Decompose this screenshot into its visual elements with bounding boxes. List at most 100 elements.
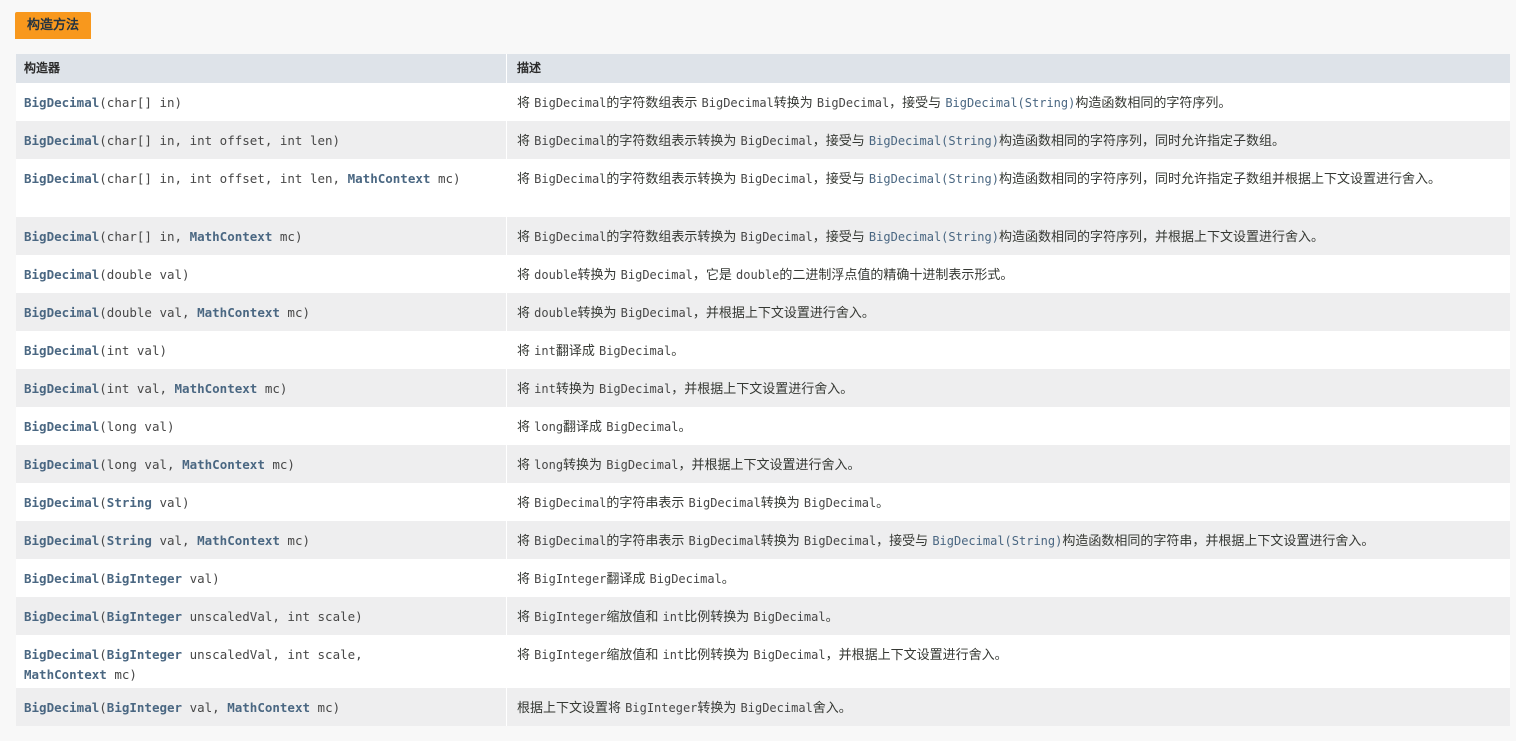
constructor-description: 将 BigInteger翻译成 BigDecimal。 [506, 559, 1510, 597]
type-link[interactable]: BigDecimal [24, 229, 99, 244]
constructor-table: 构造器 描述 BigDecimal(char[] in) 将 BigDecimal… [16, 54, 1510, 726]
constructor-signature: BigDecimal(char[] in, int offset, int le… [16, 121, 506, 159]
table-row: BigDecimal(BigInteger val, MathContext m… [16, 688, 1510, 726]
type-link[interactable]: MathContext [190, 229, 273, 244]
description-text: ，接受与 [876, 534, 933, 549]
type-link[interactable]: BigDecimal [24, 495, 99, 510]
code-text: BigDecimal [534, 496, 607, 510]
description-text: 将 [517, 268, 535, 283]
constructor-link[interactable]: BigDecimal(String) [869, 134, 999, 148]
section-caption: 构造方法 [15, 12, 92, 39]
constructor-link[interactable]: BigDecimal(String) [869, 172, 999, 186]
constructor-link[interactable]: BigDecimal(String) [932, 534, 1062, 548]
code-text: BigDecimal [649, 572, 722, 586]
type-link[interactable]: BigDecimal [24, 381, 99, 396]
description-text: ，接受与 [812, 172, 869, 187]
constructor-description: 将 BigDecimal的字符数组表示 BigDecimal转换为 BigDec… [506, 83, 1510, 121]
type-link[interactable]: BigDecimal [24, 700, 99, 715]
type-link[interactable]: BigDecimal [24, 571, 99, 586]
type-link[interactable]: BigDecimal [24, 343, 99, 358]
description-text: 缩放值和 [606, 648, 663, 663]
type-link[interactable]: BigDecimal [24, 647, 99, 662]
description-text: 将 [517, 496, 535, 511]
type-link[interactable]: MathContext [24, 667, 107, 682]
signature-text: unscaledVal, int scale) [182, 609, 363, 624]
type-link[interactable]: BigDecimal [24, 267, 99, 282]
code-text: BigDecimal [606, 420, 679, 434]
type-link[interactable]: MathContext [197, 305, 280, 320]
constructor-link[interactable]: BigDecimal(String) [945, 96, 1075, 110]
description-text: 。 [678, 420, 692, 435]
type-link[interactable]: BigDecimal [24, 305, 99, 320]
description-text: 将 [517, 230, 535, 245]
type-link[interactable]: MathContext [175, 381, 258, 396]
code-text: BigDecimal [740, 134, 813, 148]
table-row: BigDecimal(long val) 将 long翻译成 BigDecimal… [16, 407, 1510, 445]
signature-text: ( [99, 495, 107, 510]
constructor-description: 将 double转换为 BigDecimal，并根据上下文设置进行舍入。 [506, 293, 1510, 331]
constructor-description: 将 BigDecimal的字符数组表示转换为 BigDecimal，接受与 Bi… [506, 217, 1510, 255]
code-text: int [534, 344, 556, 358]
type-link[interactable]: BigInteger [107, 609, 182, 624]
signature-text: (double val) [99, 267, 190, 282]
constructor-description: 将 long翻译成 BigDecimal。 [506, 407, 1510, 445]
description-text: 将 [517, 306, 535, 321]
type-link[interactable]: BigDecimal [24, 533, 99, 548]
table-row: BigDecimal(char[] in) 将 BigDecimal的字符数组表示… [16, 83, 1510, 121]
code-text: BigDecimal [534, 534, 607, 548]
type-link[interactable]: BigDecimal [24, 95, 99, 110]
type-link[interactable]: MathContext [227, 700, 310, 715]
description-text: 的二进制浮点值的精确十进制表示形式。 [779, 268, 1014, 283]
description-text: 翻译成 [563, 420, 607, 435]
constructor-link[interactable]: BigDecimal(String) [869, 230, 999, 244]
code-text: BigInteger [625, 701, 698, 715]
constructor-description: 将 double转换为 BigDecimal，它是 double的二进制浮点值的… [506, 255, 1510, 293]
type-link[interactable]: BigDecimal [24, 133, 99, 148]
type-link[interactable]: BigDecimal [24, 171, 99, 186]
type-link[interactable]: MathContext [182, 457, 265, 472]
type-link[interactable]: BigInteger [107, 700, 182, 715]
description-text: 构造函数相同的字符序列，同时允许指定子数组并根据上下文设置进行舍入。 [998, 172, 1441, 187]
code-text: double [736, 268, 780, 282]
constructor-description: 将 BigDecimal的字符串表示 BigDecimal转换为 BigDeci… [506, 521, 1510, 559]
description-text: 将 [517, 648, 535, 663]
signature-text: (char[] in) [99, 95, 183, 110]
signature-text: mc) [310, 700, 341, 715]
signature-text: mc) [257, 381, 288, 396]
signature-text: (long val) [99, 419, 175, 434]
description-text: ，并根据上下文设置进行舍入。 [671, 382, 854, 397]
code-text: BigInteger [534, 572, 607, 586]
code-text: BigDecimal [753, 610, 826, 624]
constructor-signature: BigDecimal(int val) [16, 331, 506, 369]
type-link[interactable]: BigInteger [107, 647, 182, 662]
table-body: BigDecimal(char[] in) 将 BigDecimal的字符数组表示… [16, 83, 1510, 726]
type-link[interactable]: BigDecimal [24, 419, 99, 434]
type-link[interactable]: BigDecimal [24, 609, 99, 624]
type-link[interactable]: BigInteger [107, 571, 182, 586]
description-text: 将 [517, 96, 535, 111]
description-text: 将 [517, 344, 535, 359]
signature-text: val) [151, 495, 190, 510]
description-text: 的字符串表示 [606, 534, 689, 549]
constructor-description: 根据上下文设置将 BigInteger转换为 BigDecimal舍入。 [506, 688, 1510, 726]
constructor-signature: BigDecimal(char[] in, MathContext mc) [16, 217, 506, 255]
table-row: BigDecimal(long val, MathContext mc) 将 lo… [16, 445, 1510, 483]
code-text: BigDecimal [803, 496, 877, 510]
type-link[interactable]: MathContext [348, 171, 431, 186]
table-header: 构造器 描述 [16, 54, 1510, 83]
table-row: BigDecimal(char[] in, int offset, int le… [16, 159, 1510, 217]
type-link[interactable]: String [107, 495, 152, 510]
description-text: ，并根据上下文设置进行舍入。 [678, 458, 861, 473]
type-link[interactable]: BigDecimal [24, 457, 99, 472]
type-link[interactable]: MathContext [197, 533, 280, 548]
signature-text: mc) [272, 229, 303, 244]
code-text: BigDecimal [740, 701, 813, 715]
description-text: 。 [876, 496, 890, 511]
description-text: 转换为 [760, 534, 804, 549]
description-text: 将 [517, 134, 535, 149]
type-link[interactable]: String [107, 533, 152, 548]
signature-text: val) [182, 571, 220, 586]
signature-text: (long val, [99, 457, 183, 472]
description-text: ，接受与 [812, 134, 869, 149]
description-text: 。 [671, 344, 685, 359]
